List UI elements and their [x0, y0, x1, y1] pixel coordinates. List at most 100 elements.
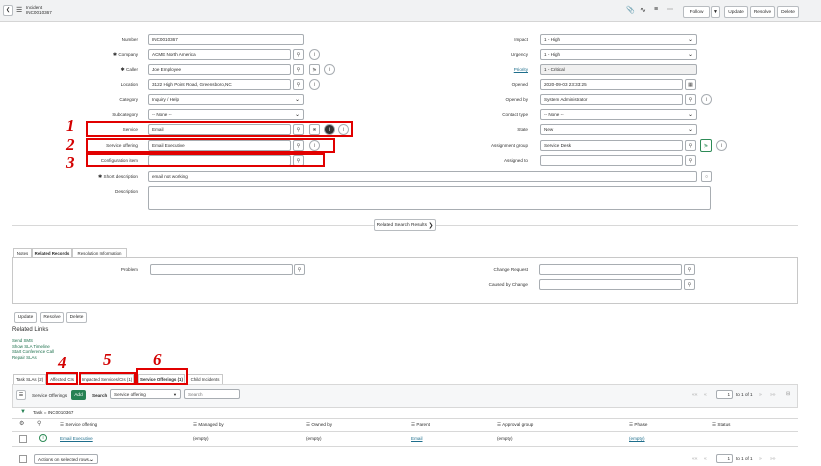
change-request-lookup-button[interactable]: ⚲: [684, 264, 695, 275]
number-label: Number: [121, 37, 138, 42]
column-header-managed-by[interactable]: ☰ Managed by: [193, 422, 224, 428]
search-icon: ⚲: [296, 66, 301, 73]
opened-by-info-button[interactable]: i: [701, 94, 712, 105]
cell-service-offering[interactable]: Email Executive: [60, 436, 93, 441]
column-header-status[interactable]: ☰ Status: [712, 422, 730, 428]
company-info-button[interactable]: i: [309, 49, 320, 60]
pager-input-bottom[interactable]: 1: [716, 454, 733, 463]
filter-breadcrumb[interactable]: Task = INC0010367: [33, 410, 73, 415]
opened-by-lookup-button[interactable]: ⚲: [685, 94, 696, 105]
follow-button[interactable]: Follow: [683, 6, 710, 18]
activity-icon[interactable]: ∿: [640, 6, 646, 14]
bottom-delete-button[interactable]: Delete: [66, 312, 87, 323]
more-options-icon[interactable]: ⋯: [667, 6, 673, 13]
follow-dropdown-button[interactable]: ▼: [711, 6, 720, 18]
collapse-icon[interactable]: ⊟: [786, 391, 790, 397]
number-field[interactable]: INC0010367: [148, 34, 304, 45]
search-field-select[interactable]: Service offering ▼: [110, 389, 181, 399]
problem-field[interactable]: [150, 264, 293, 275]
add-button[interactable]: Add: [71, 390, 86, 400]
pager-next-icon[interactable]: »: [759, 392, 762, 398]
hamburger-menu-icon[interactable]: ☰: [16, 6, 22, 14]
column-header-phase[interactable]: ☰ Phase: [629, 422, 647, 428]
list-settings-icon[interactable]: ⚙: [19, 420, 24, 427]
priority-label[interactable]: Priority: [460, 67, 528, 72]
related-search-results-button[interactable]: Related Search Results ❯: [374, 219, 436, 231]
column-header-service-offering[interactable]: ☰ Service offering: [60, 422, 97, 428]
caller-lookup-button[interactable]: ⚲: [293, 64, 304, 75]
delete-button[interactable]: Delete: [777, 6, 799, 18]
list-search-input[interactable]: Search: [184, 389, 240, 399]
contact-type-select[interactable]: -- None -- ⌄: [540, 109, 697, 120]
location-field[interactable]: 3122 High Point Road, Greensboro,NC: [148, 79, 291, 90]
pager-first-icon[interactable]: ««: [692, 392, 698, 398]
short-description-field[interactable]: email not working: [148, 171, 697, 182]
column-label: Owned by: [311, 422, 333, 427]
subcategory-select[interactable]: -- None -- ⌄: [148, 109, 304, 120]
calendar-button[interactable]: ▦: [685, 79, 696, 90]
location-info-button[interactable]: i: [309, 79, 320, 90]
tab-child-incidents[interactable]: Child Incidents: [187, 374, 223, 384]
location-lookup-button[interactable]: ⚲: [293, 79, 304, 90]
subcategory-label: Subcategory: [112, 112, 138, 117]
chevron-down-icon: ⌄: [294, 112, 300, 118]
assigned-to-lookup-button[interactable]: ⚲: [685, 155, 696, 166]
pager-prev-icon[interactable]: «: [704, 456, 707, 462]
company-lookup-button[interactable]: ⚲: [293, 49, 304, 60]
caused-by-change-lookup-button[interactable]: ⚲: [684, 279, 695, 290]
attachment-icon[interactable]: 📎: [626, 6, 635, 14]
suggestion-button[interactable]: ○: [701, 171, 712, 182]
problem-lookup-button[interactable]: ⚲: [294, 264, 305, 275]
caller-related-button[interactable]: ⋟: [309, 64, 320, 75]
related-link-repair-slas[interactable]: Repair SLAs: [12, 355, 54, 361]
impact-select[interactable]: 1 - High ⌄: [540, 34, 697, 45]
caller-field[interactable]: Joe Employee: [148, 64, 291, 75]
assigned-to-field[interactable]: [540, 155, 683, 166]
list-menu-button[interactable]: ☰: [16, 390, 26, 400]
pager-input[interactable]: 1: [716, 390, 733, 399]
bottom-resolve-button[interactable]: Resolve: [40, 312, 64, 323]
caused-by-change-label: Caused by Change: [488, 282, 528, 287]
search-icon[interactable]: ⚲: [37, 420, 41, 427]
caller-info-button[interactable]: i: [324, 64, 335, 75]
related-link-conference-call[interactable]: Start Conference Call: [12, 349, 54, 355]
urgency-select[interactable]: 1 - High ⌄: [540, 49, 697, 60]
update-button[interactable]: Update: [724, 6, 748, 18]
select-all-checkbox[interactable]: [19, 455, 27, 463]
pager-last-icon[interactable]: »»: [770, 392, 776, 398]
pager-next-icon[interactable]: »: [759, 456, 762, 462]
assignment-group-field[interactable]: Service Desk: [540, 140, 683, 151]
company-field[interactable]: ACME North America: [148, 49, 291, 60]
chevron-down-icon: ⌄: [294, 97, 300, 103]
description-field[interactable]: [148, 186, 711, 210]
opened-by-field[interactable]: System Administrator: [540, 94, 683, 105]
preview-info-icon[interactable]: i: [39, 434, 47, 442]
assignment-group-map-button[interactable]: ⋟: [700, 139, 712, 152]
assignment-group-info-button[interactable]: i: [716, 140, 727, 151]
change-request-field[interactable]: [539, 264, 682, 275]
resolve-button[interactable]: Resolve: [750, 6, 775, 18]
settings-sliders-icon[interactable]: ≡: [654, 6, 658, 13]
column-label: Status: [717, 422, 731, 427]
caused-by-change-field[interactable]: [539, 279, 682, 290]
pager-first-icon[interactable]: ««: [692, 456, 698, 462]
caller-label: ✱ Caller: [80, 67, 138, 73]
pager-last-icon[interactable]: »»: [770, 456, 776, 462]
tab-task-slas[interactable]: Task SLAs (2): [13, 374, 46, 384]
annotation-number-6: 6: [153, 350, 162, 369]
column-header-parent[interactable]: ☰ Parent: [411, 422, 430, 428]
filter-icon[interactable]: ▼: [20, 409, 26, 415]
assignment-group-lookup-button[interactable]: ⚲: [685, 140, 696, 151]
opened-field[interactable]: 2020-09-03 23:33:25: [540, 79, 683, 90]
cell-phase[interactable]: (empty): [629, 436, 645, 441]
actions-select[interactable]: Actions on selected rows... ⌄: [34, 454, 98, 464]
pager-prev-icon[interactable]: «: [704, 392, 707, 398]
column-header-owned-by[interactable]: ☰ Owned by: [306, 422, 332, 428]
row-checkbox[interactable]: [19, 435, 27, 443]
category-select[interactable]: Inquiry / Help ⌄: [148, 94, 304, 105]
state-select[interactable]: New ⌄: [540, 124, 697, 135]
cell-parent[interactable]: Email: [411, 436, 423, 441]
bottom-update-button[interactable]: Update: [14, 312, 37, 323]
back-button[interactable]: ❮: [3, 5, 13, 16]
column-header-approval-group[interactable]: ☰ Approval group: [497, 422, 533, 428]
